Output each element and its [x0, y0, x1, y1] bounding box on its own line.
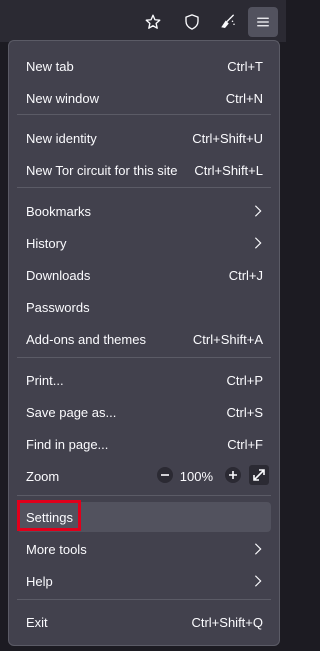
chevron-right-icon [254, 205, 262, 217]
menu-item-shortcut: Ctrl+F [227, 437, 263, 452]
menu-item-label: Save page as... [26, 405, 117, 420]
menu-item-shortcut: Ctrl+Shift+L [194, 163, 263, 178]
menu-item-label: New tab [26, 59, 74, 74]
menu-item-label: Find in page... [26, 437, 109, 452]
zoom-in-button[interactable] [223, 465, 243, 485]
app-menu-panel: New tab Ctrl+T New window Ctrl+N New ide… [8, 40, 280, 646]
menu-separator [17, 114, 271, 115]
menu-item-label: New identity [26, 131, 97, 146]
menu-item-save-page[interactable]: Save page as... Ctrl+S [17, 397, 271, 427]
menu-item-shortcut: Ctrl+Shift+U [192, 131, 263, 146]
fullscreen-button[interactable] [249, 465, 269, 485]
menu-item-shortcut: Ctrl+Shift+A [192, 332, 263, 347]
menu-item-shortcut: Ctrl+J [228, 268, 263, 283]
star-icon [145, 14, 161, 29]
menu-item-settings[interactable]: Settings [17, 502, 271, 532]
tracking-protection-button[interactable] [177, 7, 207, 37]
menu-separator [17, 599, 271, 600]
app-menu-button[interactable] [248, 7, 278, 37]
menu-separator [17, 357, 271, 358]
menu-item-label: New window [26, 91, 99, 106]
zoom-out-button[interactable] [155, 465, 175, 485]
menu-item-shortcut: Ctrl+N [225, 91, 263, 106]
menu-item-exit[interactable]: Exit Ctrl+Shift+Q [17, 607, 271, 637]
menu-item-zoom: Zoom 100% [17, 461, 271, 491]
browser-toolbar [0, 0, 286, 43]
menu-item-label: History [26, 236, 67, 251]
bookmark-star-button[interactable] [138, 7, 168, 37]
broom-icon [221, 14, 235, 28]
menu-item-print[interactable]: Print... Ctrl+P [17, 365, 271, 395]
menu-item-label: Downloads [26, 268, 91, 283]
chevron-right-icon [254, 237, 262, 249]
chevron-right-icon [254, 575, 262, 587]
menu-item-shortcut: Ctrl+P [226, 373, 263, 388]
zoom-level-value[interactable]: 100% [180, 469, 213, 484]
shield-icon [185, 14, 199, 30]
menu-item-label: Settings [26, 510, 73, 525]
menu-item-new-window[interactable]: New window Ctrl+N [17, 83, 271, 113]
menu-item-new-tab[interactable]: New tab Ctrl+T [17, 51, 271, 81]
menu-item-label: Print... [26, 373, 64, 388]
menu-item-downloads[interactable]: Downloads Ctrl+J [17, 260, 271, 290]
new-identity-broom-button[interactable] [213, 7, 243, 37]
menu-item-label: New Tor circuit for this site [26, 163, 178, 178]
menu-item-passwords[interactable]: Passwords [17, 292, 271, 322]
menu-item-find-in-page[interactable]: Find in page... Ctrl+F [17, 429, 271, 459]
menu-separator [17, 187, 271, 188]
menu-item-shortcut: Ctrl+S [226, 405, 263, 420]
chevron-right-icon [254, 543, 262, 555]
menu-item-label: Zoom [26, 469, 60, 484]
menu-item-label: Help [26, 574, 53, 589]
menu-item-label: Passwords [26, 300, 90, 315]
menu-item-more-tools[interactable]: More tools [17, 534, 271, 564]
menu-item-shortcut: Ctrl+Shift+Q [191, 615, 263, 630]
menu-item-label: More tools [26, 542, 87, 557]
menu-item-new-tor-circuit[interactable]: New Tor circuit for this site Ctrl+Shift… [17, 155, 271, 185]
menu-item-label: Bookmarks [26, 204, 92, 219]
menu-item-help[interactable]: Help [17, 566, 271, 596]
menu-item-bookmarks[interactable]: Bookmarks [17, 196, 271, 226]
menu-item-label: Add-ons and themes [26, 332, 146, 347]
menu-separator [17, 495, 271, 496]
menu-item-history[interactable]: History [17, 228, 271, 258]
menu-item-addons-themes[interactable]: Add-ons and themes Ctrl+Shift+A [17, 324, 271, 354]
menu-item-label: Exit [26, 615, 48, 630]
menu-item-shortcut: Ctrl+T [227, 59, 263, 74]
menu-item-new-identity[interactable]: New identity Ctrl+Shift+U [17, 123, 271, 153]
hamburger-menu-icon [257, 17, 269, 27]
